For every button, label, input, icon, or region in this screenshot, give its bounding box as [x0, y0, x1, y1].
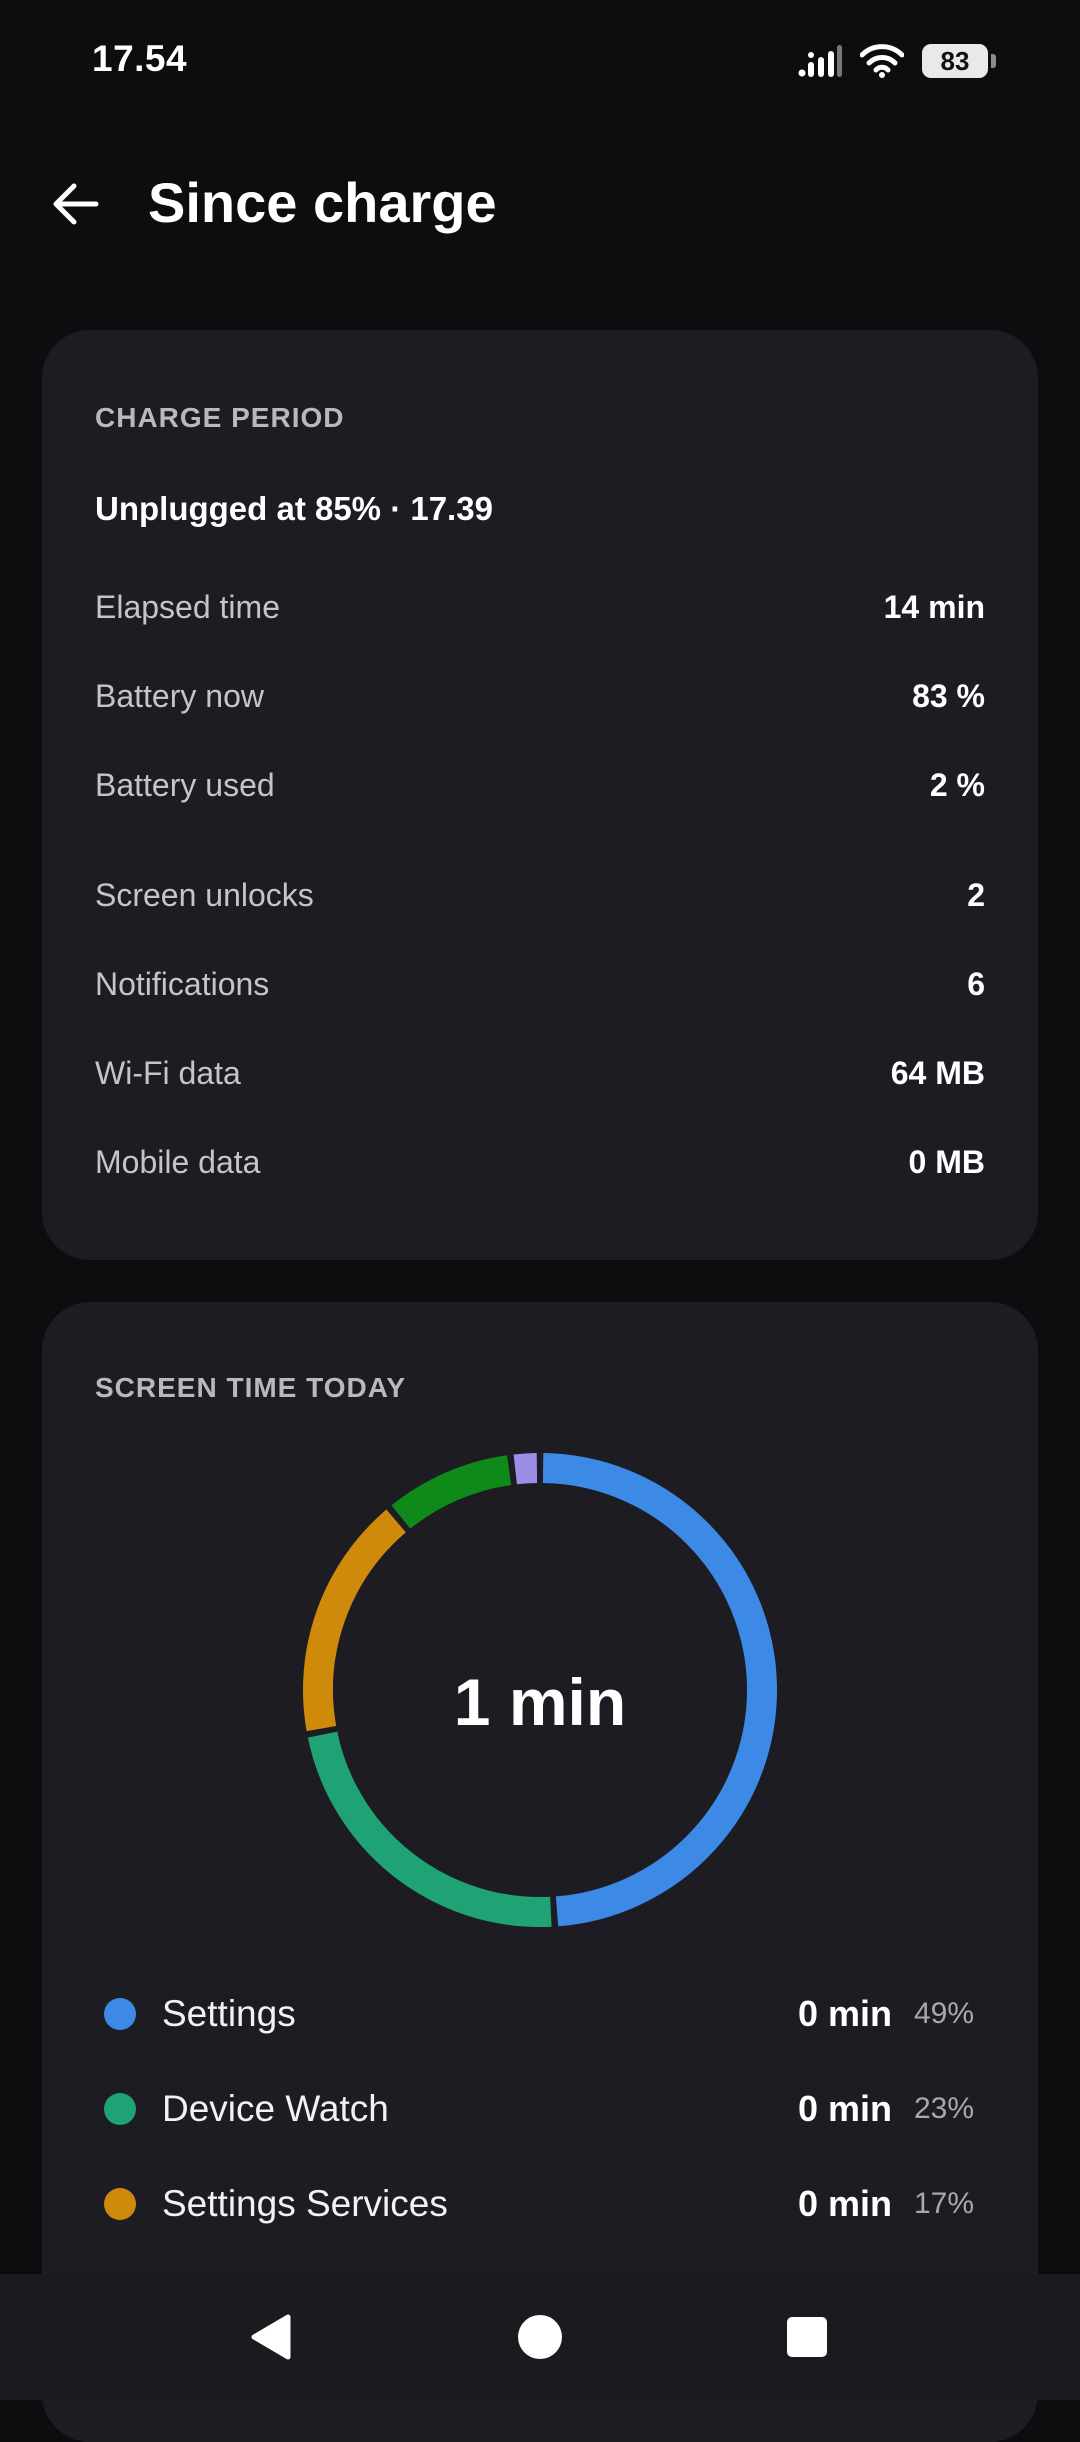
legend-app-percent: 49% [913, 1997, 974, 2030]
recents-square-icon [787, 2317, 827, 2357]
stat-label: Wi-Fi data [95, 1054, 241, 1091]
status-time: 17.54 [92, 38, 188, 79]
nav-recents-button[interactable] [772, 2304, 842, 2370]
stat-value: 0 MB [908, 1143, 985, 1180]
donut-slice-device-watch [307, 1731, 552, 1927]
status-bar: 17.54 83 [0, 0, 1080, 120]
nav-back-button[interactable] [236, 2304, 306, 2370]
battery-icon: 83 [922, 44, 996, 78]
stat-row-mobile-data: Mobile data 0 MB [95, 1137, 985, 1187]
battery-level: 83 [940, 45, 970, 76]
stat-row-screen-unlocks: Screen unlocks 2 [95, 870, 985, 920]
legend-item-settings-services[interactable]: Settings Services 0 min 17% [104, 2174, 974, 2234]
stat-row-notifications: Notifications 6 [95, 959, 985, 1009]
back-button[interactable] [40, 168, 112, 240]
stat-value: 2 % [929, 766, 985, 803]
stat-label: Elapsed time [95, 588, 280, 625]
home-circle-icon [518, 2315, 562, 2359]
stat-label: Screen unlocks [95, 876, 314, 913]
stat-row-battery-now: Battery now 83 % [95, 671, 985, 721]
charge-period-card: CHARGE PERIOD Unplugged at 85% · 17.39 E… [42, 330, 1038, 1260]
legend-app-name: Settings [162, 1993, 296, 2034]
battery-cap [991, 54, 996, 68]
stat-value: 64 MB [890, 1054, 985, 1091]
signal-icon [798, 45, 842, 77]
legend-app-percent: 17% [913, 2187, 974, 2220]
legend-dot [104, 2188, 136, 2220]
donut-slice-other-4 [513, 1453, 538, 1485]
donut-center-total: 1 min [453, 1665, 627, 1739]
stat-value: 6 [967, 965, 985, 1002]
system-nav-bar [0, 2274, 1080, 2400]
wifi-icon [860, 44, 904, 78]
legend-app-time: 0 min [797, 2183, 892, 2224]
stat-value: 83 % [912, 677, 985, 714]
stat-label: Battery now [95, 677, 264, 714]
screen-time-label: SCREEN TIME TODAY [95, 1372, 407, 1403]
arrow-left-icon [53, 183, 99, 225]
stat-row-wifi-data: Wi-Fi data 64 MB [95, 1048, 985, 1098]
unplugged-summary: Unplugged at 85% · 17.39 [95, 490, 493, 527]
legend-app-name: Settings Services [162, 2183, 448, 2224]
back-triangle-icon [251, 2314, 291, 2360]
stat-row-elapsed-time: Elapsed time 14 min [95, 582, 985, 632]
legend-dot [104, 2093, 136, 2125]
legend-dot [104, 1998, 136, 2030]
status-icons: 83 [798, 38, 996, 84]
legend-item-settings[interactable]: Settings 0 min 49% [104, 1984, 974, 2044]
stat-label: Mobile data [95, 1143, 261, 1180]
legend-app-name: Device Watch [162, 2088, 389, 2129]
page-title: Since charge [148, 171, 497, 234]
screen-time-card: SCREEN TIME TODAY 1 min Settings 0 min 4… [42, 1302, 1038, 2442]
stat-value: 14 min [883, 588, 985, 625]
nav-home-button[interactable] [505, 2304, 575, 2370]
stat-value: 2 [967, 876, 985, 913]
charge-period-label: CHARGE PERIOD [95, 402, 345, 433]
legend-app-time: 0 min [797, 2088, 892, 2129]
legend-app-time: 0 min [797, 1993, 892, 2034]
legend-item-device-watch[interactable]: Device Watch 0 min 23% [104, 2079, 974, 2139]
legend-app-percent: 23% [913, 2092, 974, 2125]
stat-label: Notifications [95, 965, 270, 1002]
stat-row-battery-used: Battery used 2 % [95, 760, 985, 810]
donut-slice-other-3 [391, 1455, 512, 1529]
stat-label: Battery used [95, 766, 275, 803]
